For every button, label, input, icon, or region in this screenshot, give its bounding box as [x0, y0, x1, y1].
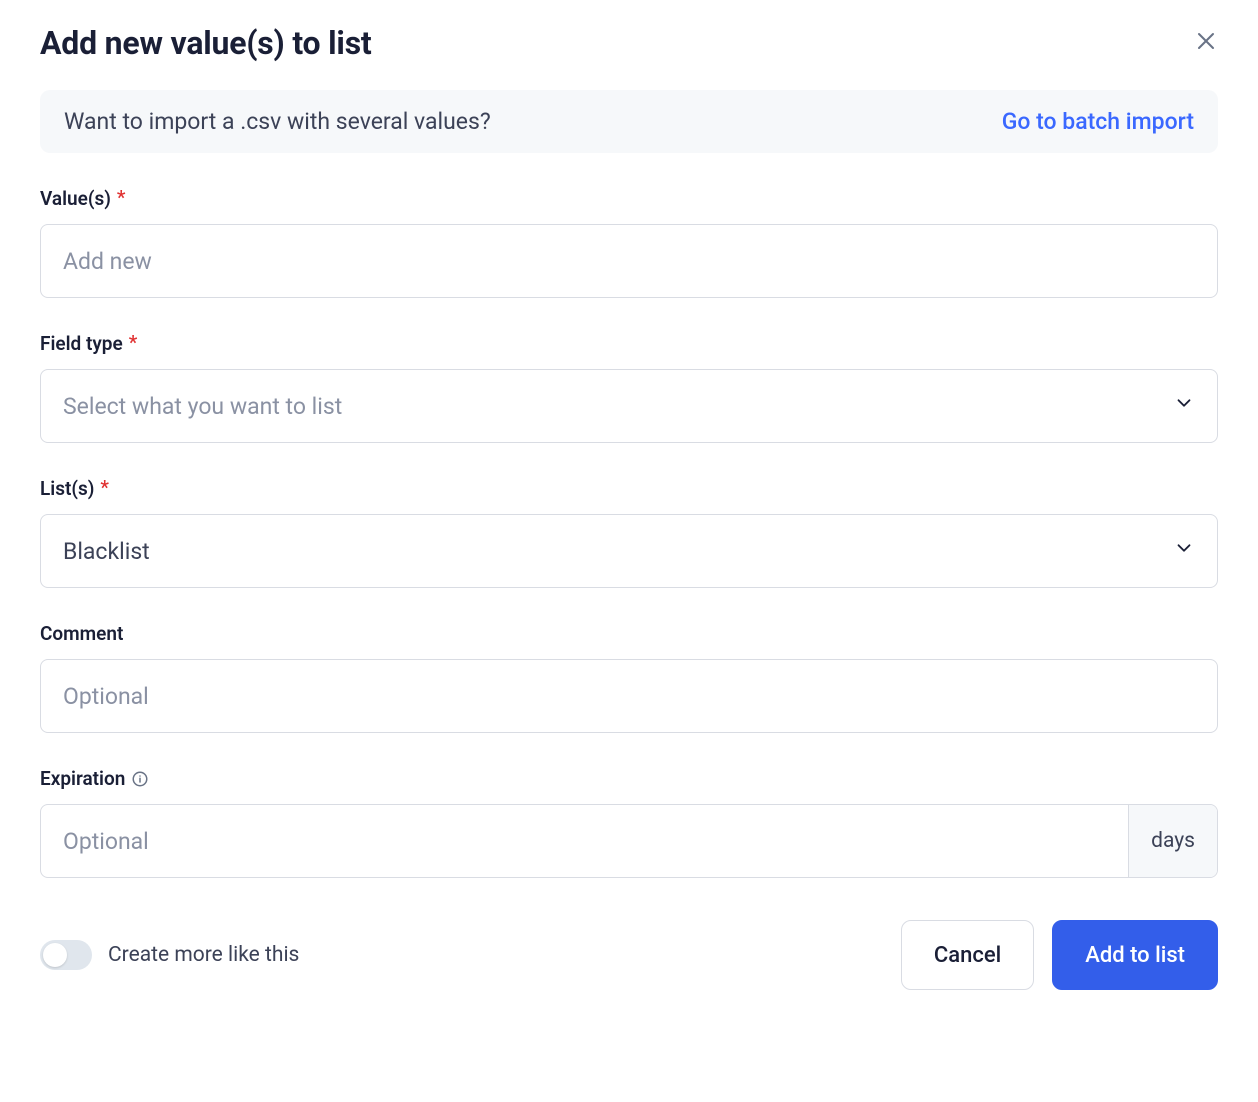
info-icon[interactable]	[131, 770, 149, 788]
values-label: Value(s)	[40, 187, 111, 210]
field-type-required: *	[129, 331, 138, 354]
lists-required: *	[100, 476, 109, 499]
comment-label: Comment	[40, 622, 123, 645]
batch-import-text: Want to import a .csv with several value…	[64, 108, 491, 135]
chevron-down-icon	[1173, 537, 1195, 565]
lists-value: Blacklist	[63, 538, 150, 565]
field-type-placeholder: Select what you want to list	[63, 393, 342, 420]
batch-import-link[interactable]: Go to batch import	[1002, 108, 1194, 135]
comment-input[interactable]: Optional	[40, 659, 1218, 733]
values-required: *	[117, 186, 126, 209]
field-type-select[interactable]: Select what you want to list	[40, 369, 1218, 443]
create-more-label: Create more like this	[108, 943, 299, 967]
expiration-label: Expiration	[40, 767, 125, 790]
lists-select[interactable]: Blacklist	[40, 514, 1218, 588]
submit-button[interactable]: Add to list	[1052, 920, 1218, 990]
expiration-input[interactable]: Optional	[41, 805, 1128, 877]
batch-import-banner: Want to import a .csv with several value…	[40, 90, 1218, 153]
create-more-toggle[interactable]	[40, 940, 92, 970]
chevron-down-icon	[1173, 392, 1195, 420]
values-input[interactable]: Add new	[40, 224, 1218, 298]
lists-label: List(s)	[40, 477, 94, 500]
close-icon[interactable]	[1194, 29, 1218, 57]
dialog-title: Add new value(s) to list	[40, 24, 372, 62]
expiration-suffix: days	[1128, 805, 1217, 877]
cancel-button[interactable]: Cancel	[901, 920, 1034, 990]
field-type-label: Field type	[40, 332, 123, 355]
